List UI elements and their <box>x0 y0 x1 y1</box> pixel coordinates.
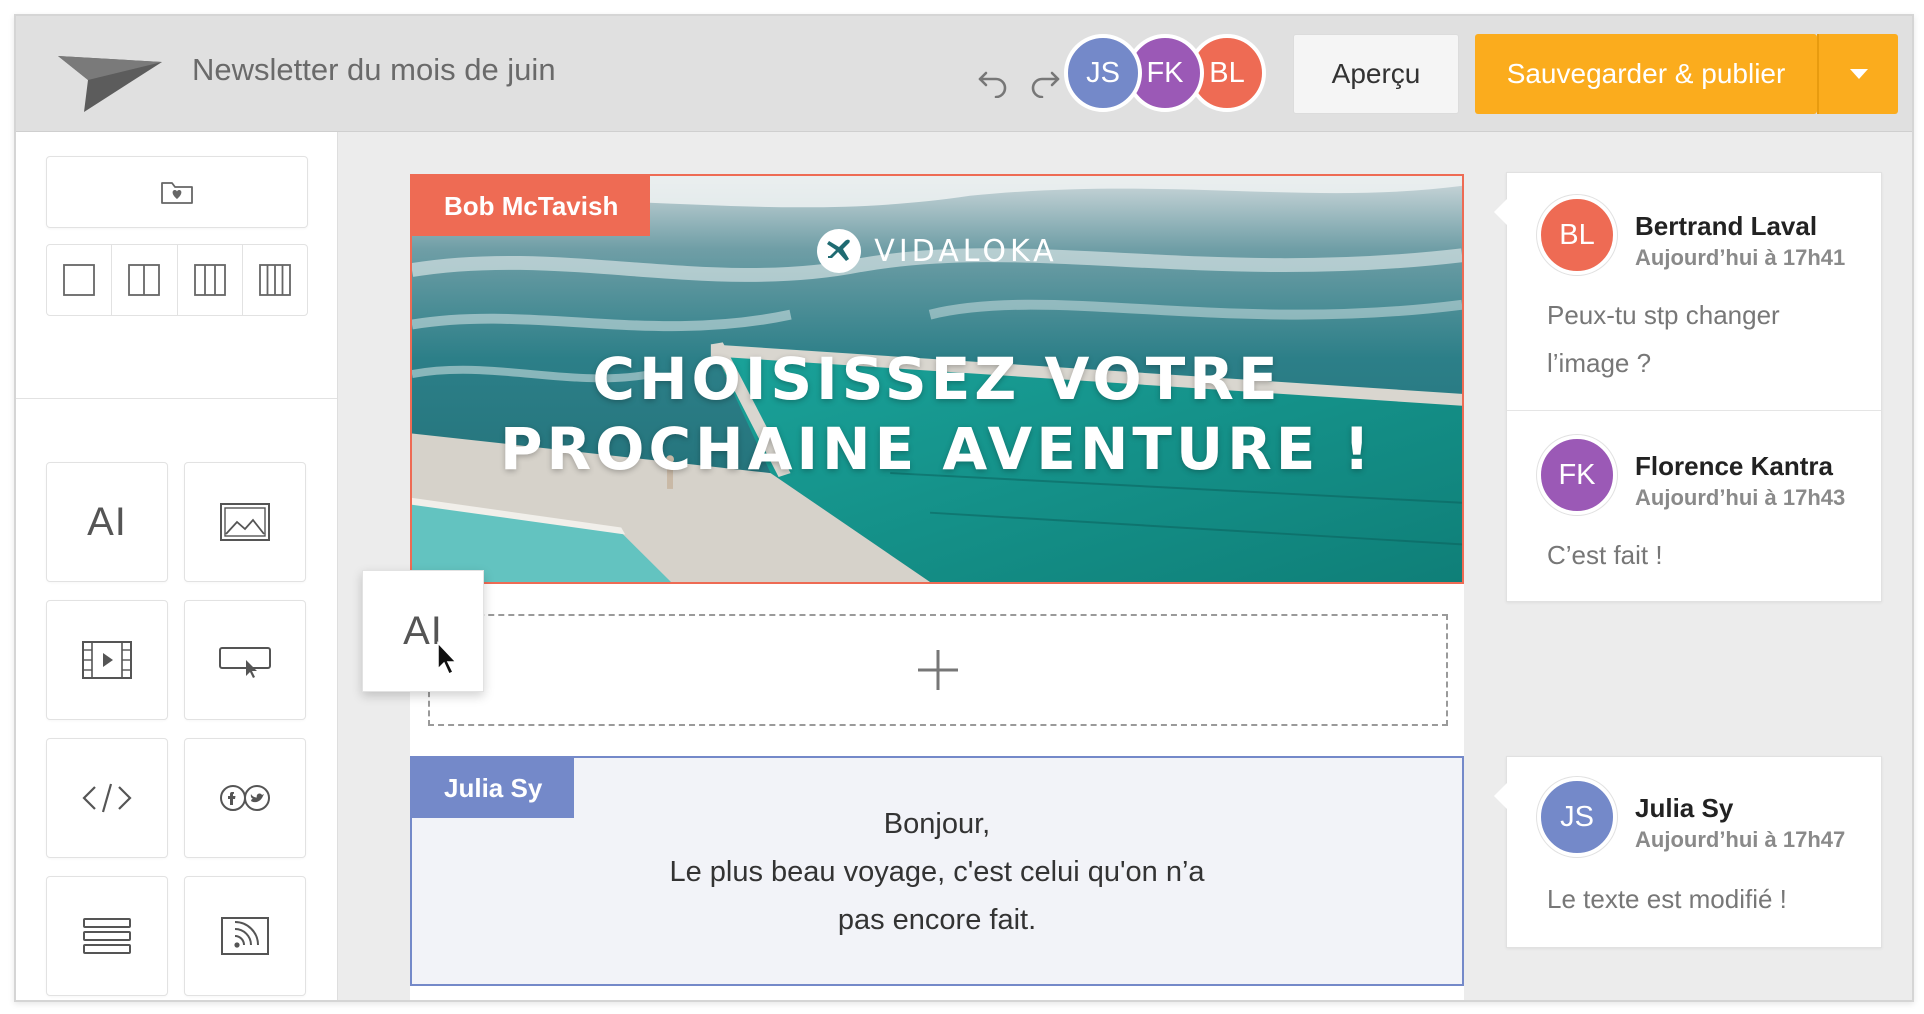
text-icon: AI <box>87 499 127 544</box>
rss-icon <box>221 917 269 955</box>
comment-timestamp: Aujourd’hui à 17h43 <box>1635 485 1846 510</box>
layout-4-columns-button[interactable] <box>243 245 307 315</box>
collaborator-avatar[interactable]: JS <box>1064 34 1142 112</box>
app-window: Newsletter du mois de juin JS FK BL Aper… <box>14 14 1914 1002</box>
comment-author: Florence Kantra <box>1635 451 1833 481</box>
image-block-tile[interactable] <box>184 462 306 582</box>
button-block-tile[interactable] <box>184 600 306 720</box>
saved-blocks-button[interactable] <box>46 156 308 228</box>
comment-timestamp: Aujourd’hui à 17h41 <box>1635 245 1846 270</box>
divider-icon <box>83 918 131 954</box>
comment-thread: JS Julia Sy Aujourd’hui à 17h47 Le texte… <box>1494 756 1882 948</box>
social-block-tile[interactable] <box>184 738 306 858</box>
mouse-cursor-icon <box>437 641 458 676</box>
hero-headline-line: PROCHAINE AVENTURE ! <box>500 415 1374 483</box>
save-publish-button[interactable]: Sauvegarder & publier <box>1475 34 1817 114</box>
comment-text: C’est fait ! <box>1547 540 1663 570</box>
video-icon <box>82 641 132 679</box>
airplane-logo-icon <box>817 229 862 273</box>
blocks-sidebar: AI <box>16 132 338 1000</box>
four-columns-icon <box>258 264 291 296</box>
avatar: FK <box>1537 435 1617 515</box>
brand-name: VIDALOKA <box>874 233 1058 269</box>
text-line: Le plus beau voyage, c'est celui qu'on n… <box>669 856 1205 888</box>
text-block-tile[interactable]: AI <box>46 462 168 582</box>
divider-block-tile[interactable] <box>46 876 168 996</box>
image-icon <box>220 503 270 541</box>
comment-divider <box>1507 410 1881 411</box>
text-content[interactable]: Bonjour, Le plus beau voyage, c'est celu… <box>412 800 1462 944</box>
text-content-block[interactable]: Julia Sy Bonjour, Le plus beau voyage, c… <box>410 756 1464 986</box>
paper-plane-logo-icon <box>58 56 162 112</box>
preview-button[interactable]: Aperçu <box>1293 34 1459 114</box>
sidebar-divider <box>16 398 337 399</box>
two-columns-icon <box>128 264 161 296</box>
one-column-icon <box>63 264 96 296</box>
code-icon <box>82 783 132 813</box>
redo-button[interactable] <box>1024 60 1066 102</box>
document-title[interactable]: Newsletter du mois de juin <box>192 52 556 88</box>
comment-thread: BL Bertrand Laval Aujourd’hui à 17h41 Pe… <box>1494 172 1882 602</box>
text-line: Bonjour, <box>883 808 991 840</box>
comment-author: Julia Sy <box>1635 793 1734 823</box>
comment-author: Bertrand Laval <box>1635 211 1818 241</box>
add-block-dropzone[interactable] <box>428 614 1448 726</box>
redo-icon <box>1031 71 1060 98</box>
layout-selector <box>46 244 308 316</box>
avatar: BL <box>1537 195 1617 275</box>
layout-2-columns-button[interactable] <box>112 245 178 315</box>
text-line: pas encore fait. <box>837 904 1037 936</box>
dragging-text-block[interactable]: AI <box>362 570 484 692</box>
undo-icon <box>978 71 1007 98</box>
hero-image-block[interactable]: Bob McTavish VIDALOKA CHOISISSEZ VOTRE P… <box>410 174 1464 584</box>
layout-3-columns-button[interactable] <box>178 245 243 315</box>
social-icon <box>220 785 270 811</box>
editor-tag: Bob McTavish <box>412 176 651 236</box>
hero-headline: CHOISISSEZ VOTRE PROCHAINE AVENTURE ! <box>412 344 1462 484</box>
publish-options-button[interactable] <box>1817 34 1898 114</box>
comment-text: Le texte est modifié ! <box>1547 884 1787 914</box>
folder-heart-icon <box>161 182 193 204</box>
three-columns-icon <box>193 264 226 296</box>
top-bar: Newsletter du mois de juin JS FK BL Aper… <box>16 16 1912 132</box>
rss-block-tile[interactable] <box>184 876 306 996</box>
brand-logo: VIDALOKA <box>412 228 1462 274</box>
button-icon <box>219 647 271 678</box>
html-block-tile[interactable] <box>46 738 168 858</box>
comment-text: Peux-tu stp changer l’image ? <box>1547 300 1780 378</box>
hero-headline-line: CHOISISSEZ VOTRE <box>592 345 1282 413</box>
undo-button[interactable] <box>972 60 1014 102</box>
layout-1-column-button[interactable] <box>47 245 113 315</box>
video-block-tile[interactable] <box>46 600 168 720</box>
comment-timestamp: Aujourd’hui à 17h47 <box>1635 827 1846 852</box>
chevron-down-icon <box>1849 69 1868 79</box>
plus-icon <box>918 650 958 690</box>
avatar: JS <box>1537 777 1617 857</box>
